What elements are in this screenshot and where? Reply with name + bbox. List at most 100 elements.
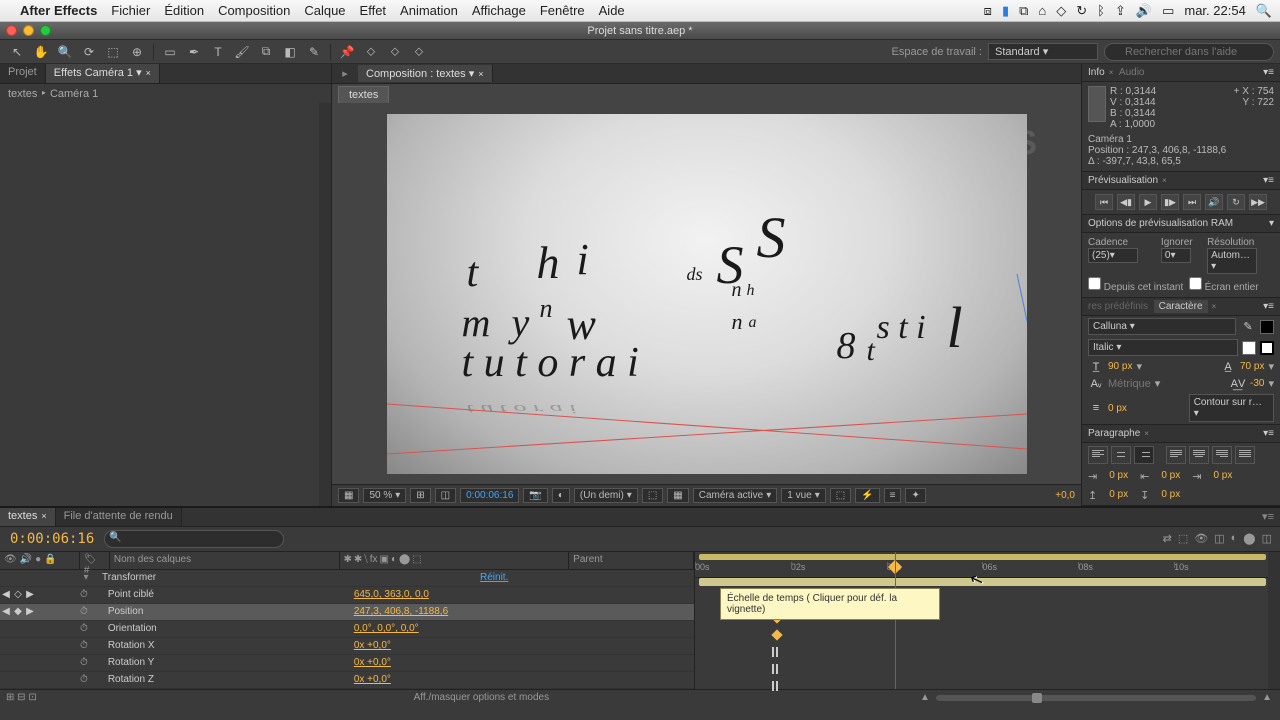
menu-calque[interactable]: Calque [304, 3, 345, 18]
keyframe-marker[interactable] [772, 647, 778, 657]
status-icon[interactable]: ▮ [1002, 3, 1009, 19]
close-window-button[interactable] [6, 25, 17, 36]
minimize-window-button[interactable] [23, 25, 34, 36]
fast-preview-icon[interactable]: ⚡ [855, 488, 879, 503]
comp-mini-flowchart-icon[interactable]: ⇄ [1163, 532, 1172, 545]
solo-column-icon[interactable]: ● [35, 554, 41, 567]
snapshot-icon[interactable]: 📷 [523, 488, 547, 503]
project-tab[interactable]: Projet [0, 64, 46, 83]
stopwatch-icon[interactable]: ⏱ [80, 606, 88, 617]
stopwatch-icon[interactable]: ⏱ [80, 674, 88, 685]
resolution-select-ram[interactable]: Autom…▾ [1207, 248, 1257, 274]
stroke-mode-select[interactable]: Contour sur r… ▾ [1189, 394, 1274, 422]
zoom-out-icon[interactable]: ▲ [920, 692, 930, 703]
exposure-value[interactable]: +0,0 [1055, 490, 1075, 501]
rotate-tool[interactable]: ⟳ [78, 43, 100, 61]
menu-fenetre[interactable]: Fenêtre [540, 3, 585, 18]
justify-all-button[interactable] [1235, 446, 1255, 464]
roto-tool[interactable]: ✎ [303, 43, 325, 61]
frame-blend-icon[interactable]: ◫ [1214, 532, 1224, 545]
keyframe-marker[interactable] [772, 664, 778, 674]
stopwatch-icon[interactable]: ⏱ [80, 589, 88, 600]
last-frame-button[interactable]: ⏭ [1183, 194, 1201, 210]
draft3d-icon[interactable]: ⬚ [1178, 532, 1188, 545]
channels-icon[interactable]: ◐ [552, 488, 570, 503]
keyframe-marker[interactable] [771, 629, 782, 640]
font-style-select[interactable]: Italic ▾ [1088, 339, 1238, 356]
comp-inner-tab[interactable]: textes [338, 86, 389, 103]
preview-panel-tab[interactable]: Prévisualisation [1088, 175, 1158, 186]
zoom-in-icon[interactable]: ▲ [1262, 692, 1272, 703]
clock[interactable]: mar. 22:54 [1184, 3, 1245, 18]
prev-keyframe-button[interactable]: ◀ [0, 606, 12, 617]
value-rotation-z[interactable]: 0x +0,0° [348, 674, 391, 685]
value-rotation-x[interactable]: 0x +0,0° [348, 640, 391, 651]
timeline-tab-textes[interactable]: textes× [0, 508, 56, 526]
timeline-icon[interactable]: ≡ [884, 488, 902, 503]
puppet-tool[interactable]: 📌 [336, 43, 358, 61]
composition-tab[interactable]: Composition : textes ▾× [358, 65, 493, 82]
value-point-cible[interactable]: 645,0, 363,0, 0,0 [348, 589, 429, 600]
value-position[interactable]: 247,3, 406,8, -1188,6 [348, 606, 448, 617]
app-name[interactable]: After Effects [20, 3, 97, 18]
mask-toggle-icon[interactable]: ◫ [435, 488, 456, 503]
property-position[interactable]: Position [88, 606, 348, 617]
prev-keyframe-button[interactable]: ◀ [0, 589, 12, 600]
value-rotation-y[interactable]: 0x +0,0° [348, 657, 391, 668]
zoom-window-button[interactable] [40, 25, 51, 36]
paragraph-panel-tab[interactable]: Paragraphe [1088, 428, 1140, 439]
composition-viewer[interactable]: MITRΛNKS t h i ds S S n h m y n w n a t … [332, 104, 1081, 484]
justify-left-button[interactable] [1166, 446, 1186, 464]
transparency-icon[interactable]: ▦ [667, 488, 688, 503]
cadence-select[interactable]: (25)▾ [1088, 248, 1138, 263]
ram-preview-button[interactable]: ▶▶ [1249, 194, 1267, 210]
viewer-timecode[interactable]: 0:00:06:16 [460, 488, 519, 503]
stopwatch-icon[interactable]: ⏱ [80, 640, 88, 651]
ram-preview-options-tab[interactable]: Options de prévisualisation RAM [1088, 218, 1233, 229]
effect-controls-tab[interactable]: Effets Caméra 1 ▾× [46, 64, 160, 83]
from-current-checkbox[interactable] [1088, 277, 1101, 290]
pen-tool[interactable]: ✒ [183, 43, 205, 61]
axis-view-icon[interactable]: ⬦ [408, 43, 430, 61]
selection-tool[interactable]: ↖ [6, 43, 28, 61]
justify-right-button[interactable] [1212, 446, 1232, 464]
fill-swatch[interactable] [1260, 320, 1274, 334]
kerning-value[interactable]: Métrique [1108, 378, 1151, 390]
menu-effet[interactable]: Effet [360, 3, 387, 18]
stroke-width-value[interactable]: 0 px [1108, 403, 1127, 414]
workspace-select[interactable]: Standard ▾ [988, 43, 1098, 60]
brush-tool[interactable]: 🖌 [231, 43, 253, 61]
align-right-button[interactable] [1134, 446, 1154, 464]
add-keyframe-button[interactable]: ◇ [12, 589, 24, 600]
clone-tool[interactable]: ⧉ [255, 43, 277, 61]
align-center-button[interactable] [1111, 446, 1131, 464]
toggle-switches-button[interactable]: Aff./masquer options et modes [43, 692, 920, 703]
fullscreen-checkbox[interactable] [1189, 277, 1202, 290]
panel-menu-icon[interactable]: ▸ [338, 67, 352, 80]
keyframe-marker[interactable] [772, 681, 778, 691]
character-panel-tab[interactable]: Caractère [1154, 300, 1208, 313]
close-icon[interactable]: × [478, 69, 483, 79]
stopwatch-icon[interactable]: ⏱ [80, 657, 88, 668]
views-count-select[interactable]: 1 vue ▾ [781, 488, 826, 503]
add-keyframe-button[interactable]: ◆ [12, 606, 24, 617]
zoom-slider[interactable] [936, 695, 1256, 701]
next-keyframe-button[interactable]: ▶ [24, 606, 36, 617]
loop-button[interactable]: ↻ [1227, 194, 1245, 210]
brainstorm-icon[interactable]: ⬤ [1243, 532, 1255, 545]
stroke-swatch[interactable] [1242, 341, 1256, 355]
info-panel-tab[interactable]: Info [1088, 67, 1105, 78]
volume-icon[interactable]: 🔊 [1136, 3, 1152, 19]
camera-tool[interactable]: ⬚ [102, 43, 124, 61]
roi-icon[interactable]: ⬚ [642, 488, 663, 503]
current-time-indicator[interactable] [895, 552, 896, 689]
first-frame-button[interactable]: ⏮ [1095, 194, 1113, 210]
leading-value[interactable]: 70 px [1240, 361, 1264, 372]
view-select[interactable]: Caméra active ▾ [693, 488, 778, 503]
menu-edition[interactable]: Édition [164, 3, 204, 18]
text-tool[interactable]: T [207, 43, 229, 61]
lock-column-icon[interactable]: 🔒 [44, 554, 56, 567]
speaker-column-icon[interactable]: 🔊 [20, 554, 32, 567]
play-button[interactable]: ▶ [1139, 194, 1157, 210]
value-orientation[interactable]: 0,0°, 0,0°, 0,0° [348, 623, 419, 634]
